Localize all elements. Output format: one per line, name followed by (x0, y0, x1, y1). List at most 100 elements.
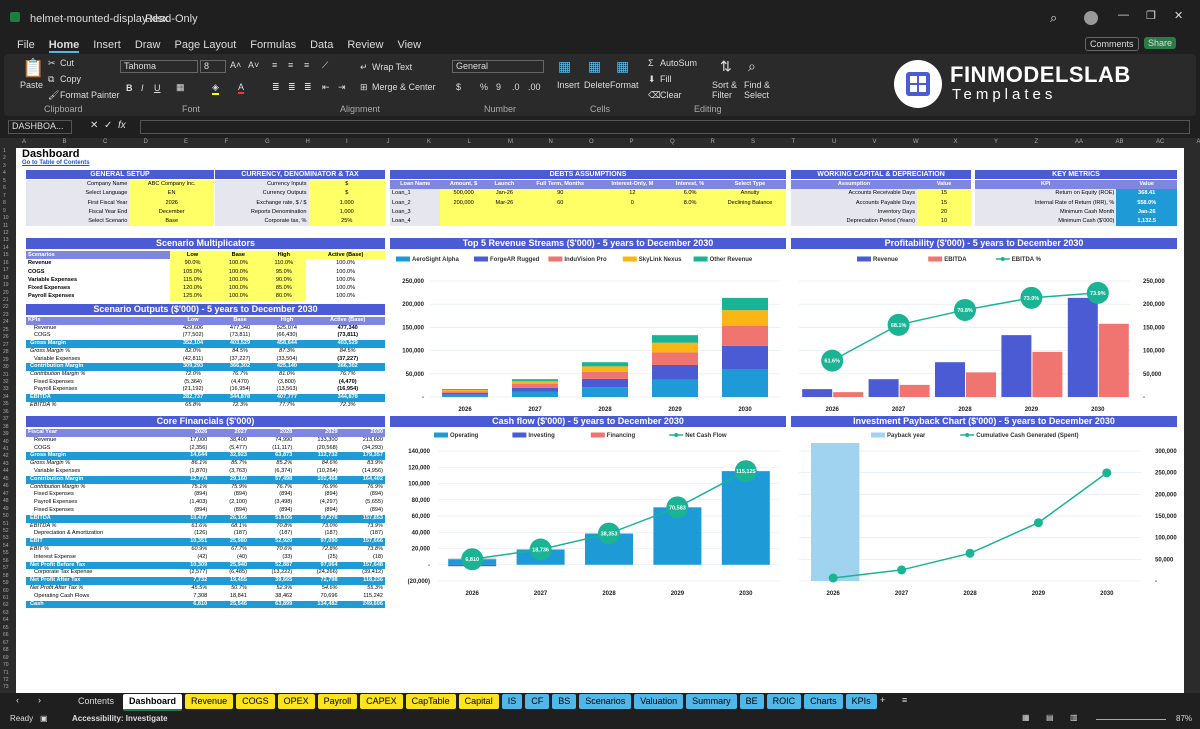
row-header[interactable]: 70 (3, 662, 9, 668)
row-header[interactable]: 50 (3, 513, 9, 519)
find-select-button[interactable]: Find & Select (744, 80, 774, 100)
tab-valuation[interactable]: Valuation (634, 694, 684, 709)
row-header[interactable]: 13 (3, 237, 9, 243)
column-header[interactable]: Y (994, 139, 998, 145)
row-header[interactable]: 71 (3, 670, 9, 676)
orientation-icon[interactable]: ⟋ (322, 60, 328, 71)
tab-be[interactable]: BE (739, 694, 764, 709)
insert-button[interactable]: Insert (557, 80, 580, 90)
row-header[interactable]: 58 (3, 573, 9, 579)
format-painter-button[interactable]: Format Painter (60, 90, 120, 100)
row-header[interactable]: 15 (3, 252, 9, 258)
page-layout-view-icon[interactable]: ▤ (1046, 713, 1054, 722)
row-header[interactable]: 44 (3, 468, 9, 474)
indent-decrease-icon[interactable]: ⇤ (322, 82, 330, 93)
column-header[interactable]: F (225, 139, 229, 145)
fill-color-icon[interactable]: ◈ (212, 82, 219, 95)
format-button[interactable]: Format (610, 80, 639, 90)
align-middle-icon[interactable]: ≡ (288, 60, 293, 70)
column-header[interactable]: Z (1035, 139, 1039, 145)
indent-increase-icon[interactable]: ⇥ (338, 82, 346, 93)
sort-filter-icon[interactable]: ⇅ (720, 58, 732, 75)
menu-insert[interactable]: Insert (93, 39, 121, 53)
tab-opex[interactable]: OPEX (277, 694, 315, 709)
row-header[interactable]: 1 (3, 148, 6, 154)
row-header[interactable]: 56 (3, 558, 9, 564)
close-icon[interactable]: ✕ (1174, 9, 1183, 22)
row-header[interactable]: 30 (3, 364, 9, 370)
menu-draw[interactable]: Draw (135, 39, 161, 53)
row-header[interactable]: 20 (3, 290, 9, 296)
column-header[interactable]: N (549, 139, 553, 145)
menu-view[interactable]: View (397, 39, 421, 53)
merge-icon[interactable]: ⊞ (360, 82, 368, 93)
borders-icon[interactable]: ▦ (176, 82, 185, 93)
row-header[interactable]: 32 (3, 379, 9, 385)
tab-bs[interactable]: BS (552, 694, 577, 709)
find-select-icon[interactable]: ⌕ (748, 58, 756, 75)
format-cells-icon[interactable]: ▦ (616, 58, 629, 75)
tab-contents[interactable]: Contents (72, 694, 121, 709)
search-icon[interactable]: ⌕ (1050, 10, 1057, 26)
row-header[interactable]: 73 (3, 684, 9, 690)
clear-button[interactable]: Clear (660, 90, 682, 100)
cut-icon[interactable]: ✂ (48, 58, 56, 69)
column-header[interactable]: S (751, 139, 755, 145)
row-header[interactable]: 19 (3, 282, 9, 288)
fill-button[interactable]: Fill (660, 74, 672, 84)
row-header[interactable]: 62 (3, 602, 9, 608)
row-header[interactable]: 2 (3, 155, 6, 161)
row-header[interactable]: 33 (3, 386, 9, 392)
menu-data[interactable]: Data (310, 39, 333, 53)
row-header[interactable]: 64 (3, 617, 9, 623)
row-header[interactable]: 8 (3, 200, 6, 206)
column-header[interactable]: O (589, 139, 594, 145)
row-header[interactable]: 10 (3, 215, 9, 221)
formula-input[interactable] (140, 120, 1190, 134)
column-header[interactable]: B (63, 139, 67, 145)
column-header[interactable]: D (144, 139, 148, 145)
font-color-icon[interactable]: A (238, 82, 245, 94)
align-top-icon[interactable]: ≡ (272, 60, 277, 70)
row-header[interactable]: 61 (3, 595, 9, 601)
column-header[interactable]: V (873, 139, 877, 145)
autosum-button[interactable]: AutoSum (660, 58, 697, 68)
row-header[interactable]: 23 (3, 312, 9, 318)
row-header[interactable]: 66 (3, 632, 9, 638)
share-button[interactable]: Share (1144, 37, 1177, 49)
column-header[interactable]: M (508, 139, 513, 145)
underline-icon[interactable]: U (154, 83, 161, 93)
read-only-label[interactable]: Read-Only (145, 13, 198, 25)
column-header[interactable]: H (306, 139, 310, 145)
tab-cogs[interactable]: COGS (236, 694, 275, 709)
row-header[interactable]: 37 (3, 416, 9, 422)
row-header[interactable]: 29 (3, 357, 9, 363)
copy-icon[interactable]: ⧉ (48, 74, 54, 85)
column-header[interactable]: W (913, 139, 919, 145)
row-header[interactable]: 52 (3, 528, 9, 534)
add-sheet-icon[interactable]: + (880, 695, 885, 705)
tab-capex[interactable]: CAPEX (360, 694, 403, 709)
merge-center-button[interactable]: Merge & Center (372, 82, 436, 92)
row-header[interactable]: 59 (3, 580, 9, 586)
clear-icon[interactable]: ⌫ (648, 90, 661, 101)
row-header[interactable]: 4 (3, 170, 6, 176)
column-header[interactable]: AD (1197, 139, 1200, 145)
align-left-icon[interactable]: ≣ (272, 82, 280, 93)
fx-label[interactable]: fx (118, 120, 126, 131)
row-header[interactable]: 34 (3, 394, 9, 400)
column-header[interactable]: E (184, 139, 188, 145)
column-header[interactable]: T (792, 139, 796, 145)
row-header[interactable]: 14 (3, 245, 9, 251)
accessibility-status[interactable]: Accessibility: Investigate (72, 714, 168, 723)
insert-cells-icon[interactable]: ▦ (558, 58, 571, 75)
minimize-icon[interactable]: — (1118, 9, 1129, 21)
row-header[interactable]: 53 (3, 535, 9, 541)
tab-roic[interactable]: ROIC (766, 694, 802, 709)
column-header[interactable]: L (468, 139, 471, 145)
row-header[interactable]: 45 (3, 476, 9, 482)
column-header[interactable]: AA (1075, 139, 1083, 145)
row-header[interactable]: 3 (3, 163, 6, 169)
tab-payroll[interactable]: Payroll (317, 694, 358, 709)
column-header[interactable]: U (832, 139, 836, 145)
